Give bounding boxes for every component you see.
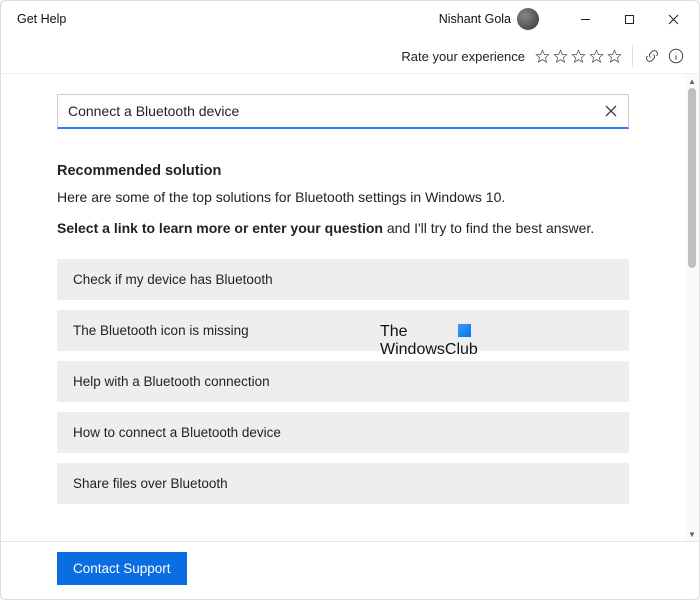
intro-text: Here are some of the top solutions for B… bbox=[57, 189, 629, 205]
app-title: Get Help bbox=[17, 12, 66, 26]
maximize-icon bbox=[624, 14, 635, 25]
scroll-down-button[interactable]: ▼ bbox=[685, 527, 699, 541]
star-icon[interactable] bbox=[607, 49, 622, 64]
content-area: Recommended solution Here are some of th… bbox=[1, 73, 699, 541]
instruction-rest: and I'll try to find the best answer. bbox=[383, 220, 594, 236]
title-bar: Get Help Nishant Gola bbox=[1, 1, 699, 37]
solution-option[interactable]: The Bluetooth icon is missing bbox=[57, 310, 629, 351]
solution-option[interactable]: Share files over Bluetooth bbox=[57, 463, 629, 504]
star-icon[interactable] bbox=[535, 49, 550, 64]
instruction-text: Select a link to learn more or enter you… bbox=[57, 219, 629, 239]
avatar[interactable] bbox=[517, 8, 539, 30]
get-help-window: Get Help Nishant Gola Rate your experien… bbox=[0, 0, 700, 600]
close-window-button[interactable] bbox=[651, 3, 695, 35]
star-icon[interactable] bbox=[589, 49, 604, 64]
solution-option[interactable]: How to connect a Bluetooth device bbox=[57, 412, 629, 453]
solution-option[interactable]: Help with a Bluetooth connection bbox=[57, 361, 629, 402]
close-icon bbox=[668, 14, 679, 25]
maximize-button[interactable] bbox=[607, 3, 651, 35]
info-icon[interactable] bbox=[667, 47, 685, 65]
star-icon[interactable] bbox=[553, 49, 568, 64]
contact-support-button[interactable]: Contact Support bbox=[57, 552, 187, 585]
footer: Contact Support bbox=[1, 541, 699, 599]
rating-bar: Rate your experience bbox=[1, 37, 699, 73]
search-input[interactable] bbox=[68, 103, 604, 119]
minimize-button[interactable] bbox=[563, 3, 607, 35]
scrollbar-track[interactable] bbox=[685, 88, 699, 527]
solution-options: Check if my device has Bluetooth The Blu… bbox=[57, 259, 629, 504]
star-icon[interactable] bbox=[571, 49, 586, 64]
window-controls bbox=[563, 3, 695, 35]
solution-option[interactable]: Check if my device has Bluetooth bbox=[57, 259, 629, 300]
scroll-up-button[interactable]: ▲ bbox=[685, 74, 699, 88]
rating-label: Rate your experience bbox=[401, 49, 525, 64]
clear-search-button[interactable] bbox=[604, 104, 618, 118]
scrollbar-thumb[interactable] bbox=[688, 88, 696, 268]
scroll-area: Recommended solution Here are some of th… bbox=[1, 74, 685, 541]
recommended-heading: Recommended solution bbox=[57, 163, 629, 179]
user-name: Nishant Gola bbox=[439, 12, 511, 26]
divider bbox=[632, 45, 633, 67]
search-box[interactable] bbox=[57, 94, 629, 129]
vertical-scrollbar[interactable]: ▲ ▼ bbox=[685, 74, 699, 541]
minimize-icon bbox=[580, 14, 591, 25]
link-icon[interactable] bbox=[643, 47, 661, 65]
rating-stars bbox=[535, 49, 622, 64]
instruction-bold: Select a link to learn more or enter you… bbox=[57, 220, 383, 236]
